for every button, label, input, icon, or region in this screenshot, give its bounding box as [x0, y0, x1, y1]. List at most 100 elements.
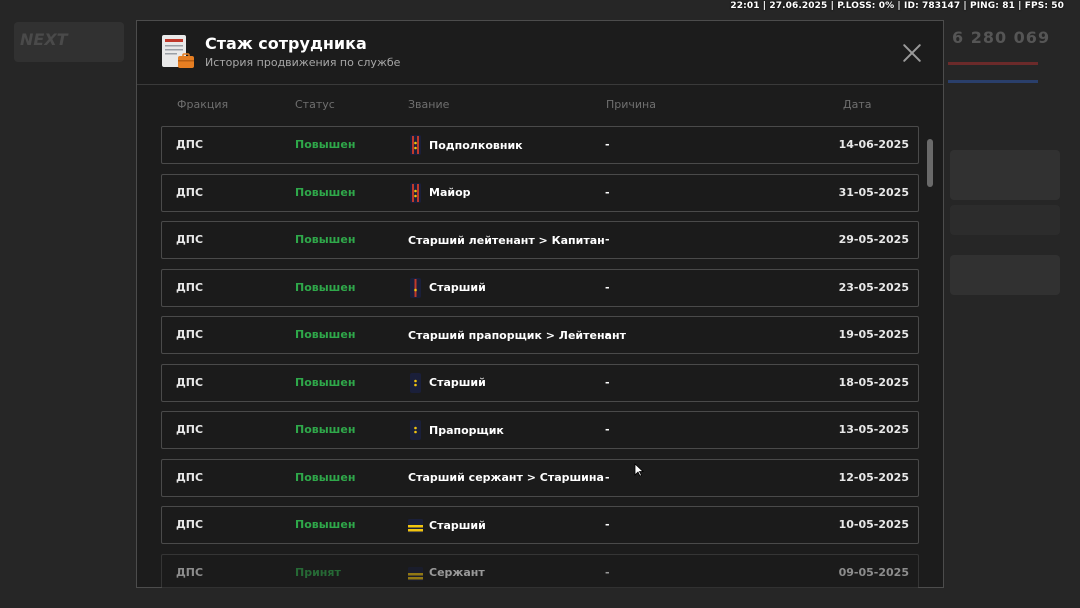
row-date: 13-05-2025	[838, 423, 909, 436]
bg-logo: NEXT	[20, 30, 68, 49]
modal-title: Стаж сотрудника	[205, 34, 367, 53]
row-fraction: ДПС	[176, 470, 204, 484]
row-date: 29-05-2025	[838, 233, 909, 246]
row-date: 23-05-2025	[838, 280, 909, 294]
row-reason: -	[605, 423, 610, 436]
history-row[interactable]: ДПС Повышен Старший лейтенант > Капитан - 29…	[161, 221, 919, 259]
row-fraction: ДПС	[176, 328, 204, 341]
row-status: Повышен	[295, 233, 356, 246]
row-status: Повышен	[295, 375, 356, 389]
epaulette-red-one-stripe-icon	[408, 277, 423, 298]
document-briefcase-icon	[162, 35, 194, 68]
close-button[interactable]	[901, 42, 923, 64]
row-reason: -	[605, 138, 610, 151]
row-rank-label: Старший лейтенант > Капитан	[408, 233, 605, 247]
column-header-date[interactable]: Дата	[843, 98, 871, 111]
row-rank: Старший сержант > Старшина	[408, 468, 604, 488]
row-rank: Старший	[408, 372, 486, 393]
row-rank: Сержант	[408, 563, 485, 583]
bg-health-bar	[948, 62, 1038, 65]
bg-money: 6 280 069	[952, 28, 1051, 47]
mouse-cursor-icon	[634, 463, 644, 477]
history-row[interactable]: ДПС Повышен Майор - 31-05-2025	[161, 173, 919, 212]
row-status: Повышен	[295, 470, 356, 484]
epaulette-yellow-stripes-icon	[408, 515, 423, 535]
row-rank-label: Сержант	[429, 566, 485, 579]
row-rank: Подполковник	[408, 135, 523, 155]
row-status: Повышен	[295, 328, 356, 341]
row-date: 31-05-2025	[838, 185, 909, 199]
modal-subtitle: История продвижения по службе	[205, 56, 401, 69]
row-date: 18-05-2025	[838, 375, 909, 389]
row-date: 10-05-2025	[838, 518, 909, 531]
history-row[interactable]: ДПС Повышен Прапорщик - 13-05-2025	[161, 411, 919, 449]
history-row[interactable]: ДПС Повышен Старший - 10-05-2025	[161, 506, 919, 544]
row-status: Принят	[295, 565, 341, 579]
row-fraction: ДПС	[176, 518, 204, 531]
bg-hud-icons	[950, 150, 1060, 200]
history-row[interactable]: ДПС Принят Сержант - 09-05-2025	[161, 553, 919, 588]
row-reason: -	[605, 375, 610, 389]
bg-hud-icons-2	[950, 255, 1060, 295]
row-rank: Старший	[408, 515, 486, 535]
epaulette-navy-stars-icon	[408, 420, 423, 440]
modal-header: Стаж сотрудника История продвижения по с…	[137, 21, 943, 85]
history-row[interactable]: ДПС Повышен Старший сержант > Старшина - 12-…	[161, 458, 919, 497]
employee-service-modal: Стаж сотрудника История продвижения по с…	[136, 20, 944, 588]
row-rank-label: Старший	[429, 376, 486, 389]
column-header-status[interactable]: Статус	[295, 98, 335, 111]
row-rank: Старший лейтенант > Капитан	[408, 230, 605, 250]
row-date: 14-06-2025	[838, 138, 909, 151]
column-header-reason[interactable]: Причина	[606, 98, 656, 111]
column-header-rank[interactable]: Звание	[408, 98, 449, 111]
epaulette-navy-stars-icon	[408, 372, 423, 393]
row-rank-label: Подполковник	[429, 138, 523, 152]
row-status: Повышен	[295, 423, 356, 436]
row-rank: Прапорщик	[408, 420, 504, 440]
row-status: Повышен	[295, 280, 356, 294]
row-fraction: ДПС	[176, 185, 204, 199]
row-status: Повышен	[295, 185, 356, 199]
row-reason: -	[605, 470, 610, 484]
history-row[interactable]: ДПС Повышен Подполковник - 14-06-2025	[161, 126, 919, 164]
epaulette-red-two-stripes-icon	[408, 135, 423, 155]
row-rank-label: Прапорщик	[429, 423, 504, 437]
history-row[interactable]: ДПС Повышен Старший - 18-05-2025	[161, 363, 919, 402]
row-rank-label: Старший	[429, 518, 486, 532]
row-fraction: ДПС	[176, 565, 204, 579]
epaulette-red-two-stripes-icon	[408, 182, 423, 203]
bg-armor-bar	[948, 80, 1038, 83]
history-row[interactable]: ДПС Повышен Старший прапорщик > Лейтенант -…	[161, 316, 919, 354]
row-fraction: ДПС	[176, 423, 204, 436]
row-rank-label: Старший прапорщик > Лейтенант	[408, 328, 626, 342]
row-date: 19-05-2025	[838, 328, 909, 341]
row-date: 09-05-2025	[838, 565, 909, 579]
row-rank: Старший прапорщик > Лейтенант	[408, 325, 626, 345]
row-reason: -	[605, 185, 610, 199]
row-rank: Майор	[408, 182, 471, 203]
bg-panel-right	[950, 205, 1060, 235]
row-reason: -	[605, 233, 610, 246]
row-reason: -	[605, 518, 610, 531]
row-rank-label: Старший	[429, 281, 486, 294]
row-status: Повышен	[295, 138, 356, 151]
status-line: 22:01 | 27.06.2025 | P.LOSS: 0% | ID: 78…	[730, 1, 1064, 11]
row-fraction: ДПС	[176, 280, 204, 294]
history-list[interactable]: ДПС Повышен Подполковник - 14-06-2025 ДПС Повы…	[137, 125, 943, 588]
history-row[interactable]: ДПС Повышен Старший - 23-05-2025	[161, 268, 919, 307]
epaulette-yellow-stripes-icon	[408, 563, 423, 583]
row-rank-label: Майор	[429, 186, 471, 199]
row-date: 12-05-2025	[838, 470, 909, 484]
row-rank-label: Старший сержант > Старшина	[408, 471, 604, 484]
row-reason: -	[605, 280, 610, 294]
scrollbar[interactable]	[927, 139, 933, 589]
scrollbar-thumb[interactable]	[927, 139, 933, 187]
row-rank: Старший	[408, 277, 486, 298]
table-header: Фракция Статус Звание Причина Дата	[137, 85, 943, 123]
column-header-fraction[interactable]: Фракция	[177, 98, 228, 111]
row-status: Повышен	[295, 518, 356, 531]
row-fraction: ДПС	[176, 233, 204, 246]
row-reason: -	[605, 328, 610, 341]
row-fraction: ДПС	[176, 138, 204, 151]
row-fraction: ДПС	[176, 375, 204, 389]
